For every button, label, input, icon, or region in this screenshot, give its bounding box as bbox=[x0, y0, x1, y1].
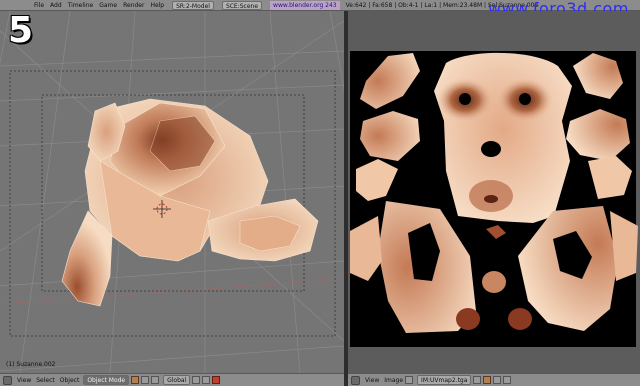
zoom-icon[interactable] bbox=[503, 376, 512, 384]
uv-nose-island bbox=[482, 271, 506, 293]
image-menu-image[interactable]: Image bbox=[384, 374, 403, 386]
sync-icon[interactable] bbox=[493, 376, 502, 384]
image-menu-view[interactable]: View bbox=[365, 374, 379, 386]
image-editor-type-icon[interactable] bbox=[351, 375, 360, 385]
menu-render[interactable]: Render bbox=[123, 0, 144, 10]
menu-select[interactable]: Select bbox=[36, 374, 55, 386]
editor-type-icon[interactable] bbox=[3, 375, 12, 385]
lock-icon[interactable] bbox=[212, 376, 221, 384]
pivot-icon[interactable] bbox=[141, 376, 150, 384]
mode-selector[interactable]: Object Mode bbox=[83, 375, 130, 385]
layer-icon-2[interactable] bbox=[202, 376, 211, 384]
active-object-label: (1) Suzanne.002 bbox=[6, 361, 56, 368]
uv-nostril-left bbox=[456, 308, 480, 330]
pin-icon[interactable] bbox=[473, 376, 482, 384]
image-editor-header: View Image IM:UVmap2.tga bbox=[348, 373, 640, 386]
main-menu: File Add Timeline Game Render Help bbox=[34, 0, 164, 10]
menu-add[interactable]: Add bbox=[50, 0, 62, 10]
menu-file[interactable]: File bbox=[34, 0, 44, 10]
scene-selector[interactable]: SCE:Scene bbox=[221, 0, 263, 10]
menu-object[interactable]: Object bbox=[60, 374, 80, 386]
orientation-selector[interactable]: Global bbox=[163, 375, 191, 385]
menu-game[interactable]: Game bbox=[99, 0, 117, 10]
menu-help[interactable]: Help bbox=[150, 0, 164, 10]
image-browse-icon[interactable] bbox=[405, 376, 414, 384]
draw-type-icon[interactable] bbox=[131, 376, 140, 384]
blender-window: File Add Timeline Game Render Help SR:2-… bbox=[0, 0, 640, 386]
uv-face-island bbox=[434, 52, 572, 223]
x-axis-line bbox=[0, 278, 344, 305]
3d-viewport[interactable]: (1) Suzanne.002 bbox=[0, 11, 344, 373]
image-name-field[interactable]: IM:UVmap2.tga bbox=[417, 375, 472, 385]
viewport-canvas bbox=[0, 11, 344, 373]
uv-nostril-right bbox=[508, 308, 532, 330]
step-number: 5 bbox=[8, 10, 34, 51]
manipulator-icon[interactable] bbox=[151, 376, 160, 384]
paint-icon[interactable] bbox=[483, 376, 492, 384]
menu-view[interactable]: View bbox=[17, 374, 31, 386]
menu-timeline[interactable]: Timeline bbox=[68, 0, 94, 10]
uv-texture-canvas bbox=[350, 51, 638, 347]
layer-icon[interactable] bbox=[192, 376, 201, 384]
uv-image-editor[interactable] bbox=[348, 11, 640, 373]
blender-url-link[interactable]: www.blender.org 243 bbox=[270, 0, 340, 10]
screen-selector[interactable]: SR:2-Model bbox=[172, 0, 214, 10]
viewport-header: View Select Object Object Mode Global bbox=[0, 373, 344, 386]
